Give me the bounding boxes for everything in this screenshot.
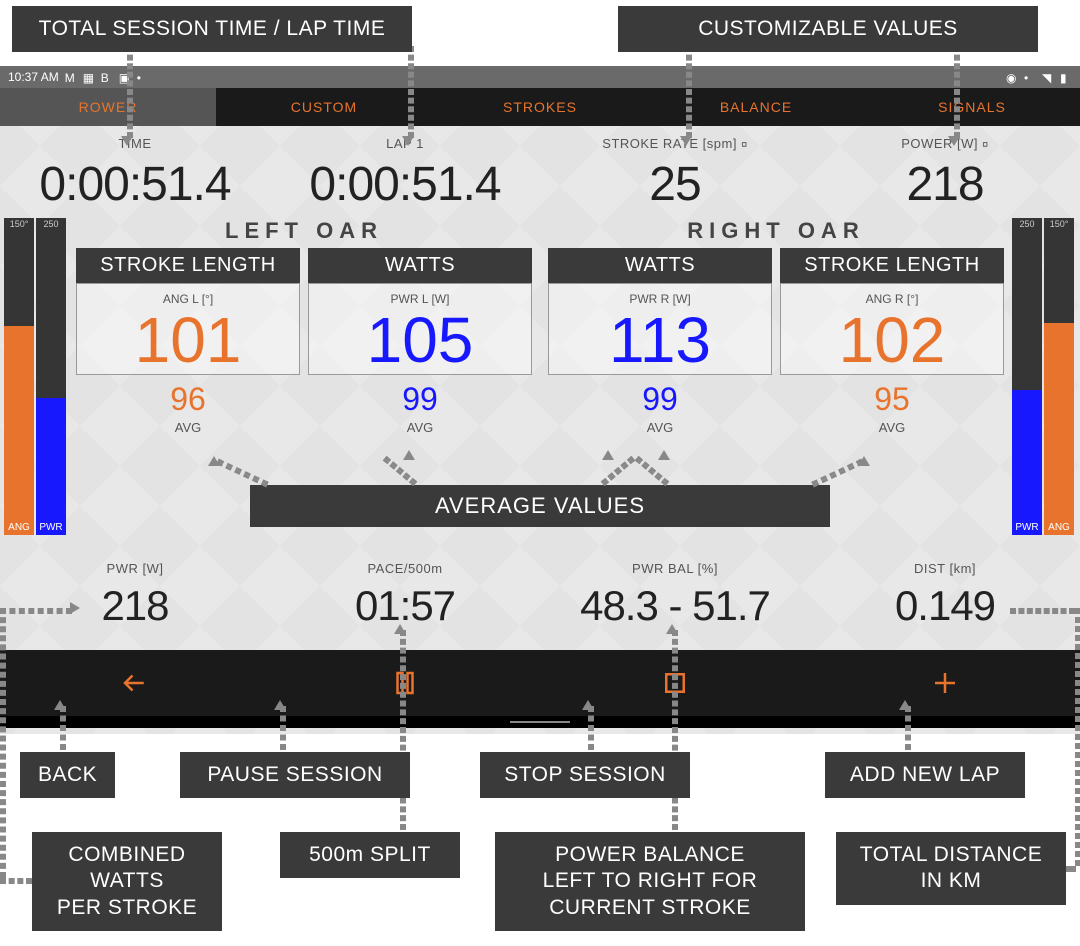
ang-r-avg: 95	[780, 381, 1004, 418]
android-nav-bar	[0, 716, 1080, 728]
tab-bar: ROWER CUSTOM STROKES BALANCE SIGNALS	[0, 88, 1080, 126]
add-lap-button[interactable]	[810, 668, 1080, 698]
annotation-stop: STOP SESSION	[480, 752, 690, 798]
tab-signals[interactable]: SIGNALS	[864, 88, 1080, 126]
arrow-left-icon	[120, 668, 150, 698]
pwr-r-value: 113	[553, 308, 767, 372]
right-oar-section: RIGHT OAR WATTS PWR R [W] 113 99 AVG STR…	[540, 218, 1012, 435]
bar-scale-ang-l: 150°	[4, 218, 34, 230]
device-screen: 10:37 AM M ▦ B ▣ • ◉ • ◥ ▮ ROWER CUSTOM …	[0, 66, 1080, 734]
plus-icon	[930, 668, 960, 698]
left-oar-title: LEFT OAR	[76, 218, 532, 244]
bar-scale-pwr-r: 250	[1012, 218, 1042, 230]
avg-label: AVG	[308, 420, 532, 435]
avg-label: AVG	[76, 420, 300, 435]
bar-label-ang: ANG	[1044, 520, 1074, 535]
bottom-metrics-row: PWR [W] 218 PACE/500m 01:57 PWR BAL [%] …	[0, 561, 1080, 630]
panel-watts-r: WATTS	[548, 248, 772, 283]
left-side-bars: 150° ANG 250 PWR	[4, 218, 68, 535]
dist-label: DIST [km]	[810, 561, 1080, 576]
annotation-addlap: ADD NEW LAP	[825, 752, 1025, 798]
lap-value: 0:00:51.4	[270, 157, 540, 212]
tab-strokes[interactable]: STROKES	[432, 88, 648, 126]
gear-icon: ¤	[741, 139, 748, 151]
annotation-session-time: TOTAL SESSION TIME / LAP TIME	[12, 6, 412, 52]
eye-icon: ◉	[1006, 71, 1018, 83]
avg-label: AVG	[548, 420, 772, 435]
back-button[interactable]	[0, 668, 270, 698]
bal-value: 48.3 - 51.7	[540, 582, 810, 630]
pace-value: 01:57	[270, 582, 540, 630]
grid-icon: ▦	[83, 71, 95, 83]
annotation-distance: TOTAL DISTANCE IN KM	[836, 832, 1066, 905]
dot-icon: •	[137, 71, 149, 83]
wifi-icon: ◥	[1042, 71, 1054, 83]
annotation-split: 500m SPLIT	[280, 832, 460, 878]
dist-value: 0.149	[810, 582, 1080, 630]
annotation-balance: POWER BALANCE LEFT TO RIGHT FOR CURRENT …	[495, 832, 805, 931]
panel-stroke-length-r: STROKE LENGTH	[780, 248, 1004, 283]
pwr-r-avg: 99	[548, 381, 772, 418]
dot-icon: •	[1024, 71, 1036, 83]
time-label: TIME	[0, 136, 270, 151]
bar-label-ang: ANG	[4, 520, 34, 535]
bal-label: PWR BAL [%]	[540, 561, 810, 576]
tab-balance[interactable]: BALANCE	[648, 88, 864, 126]
annotation-average-values: AVERAGE VALUES	[250, 485, 830, 527]
stroke-rate-label[interactable]: STROKE RATE [spm] ¤	[540, 136, 810, 151]
pwr-bottom-label: PWR [W]	[0, 561, 270, 576]
tab-rower[interactable]: ROWER	[0, 88, 216, 126]
bar-scale-pwr-l: 250	[36, 218, 66, 230]
bold-icon: B	[101, 71, 113, 83]
mail-icon: M	[65, 71, 77, 83]
panel-watts-l: WATTS	[308, 248, 532, 283]
bar-label-pwr: PWR	[1012, 520, 1042, 535]
status-time: 10:37 AM	[8, 70, 59, 84]
ang-r-value: 102	[785, 308, 999, 372]
gear-icon: ¤	[982, 139, 989, 151]
power-label[interactable]: POWER [W] ¤	[810, 136, 1080, 151]
top-metrics-row: TIME 0:00:51.4 LAP 1 0:00:51.4 STROKE RA…	[0, 126, 1080, 212]
right-side-bars: 250 PWR 150° ANG	[1012, 218, 1076, 535]
pwr-bottom-value: 218	[0, 582, 270, 630]
annotation-combined-watts: COMBINED WATTS PER STROKE	[32, 832, 222, 931]
bar-scale-ang-r: 150°	[1044, 218, 1074, 230]
status-bar: 10:37 AM M ▦ B ▣ • ◉ • ◥ ▮	[0, 66, 1080, 88]
control-bar	[0, 650, 1080, 716]
bar-label-pwr: PWR	[36, 520, 66, 535]
avg-label: AVG	[780, 420, 1004, 435]
pwr-l-avg: 99	[308, 381, 532, 418]
pwr-l-value: 105	[313, 308, 527, 372]
panel-stroke-length-l: STROKE LENGTH	[76, 248, 300, 283]
pace-label: PACE/500m	[270, 561, 540, 576]
ang-l-avg: 96	[76, 381, 300, 418]
battery-icon: ▮	[1060, 71, 1072, 83]
left-oar-section: LEFT OAR STROKE LENGTH ANG L [°] 101 96 …	[68, 218, 540, 435]
power-value: 218	[810, 157, 1080, 212]
annotation-pause: PAUSE SESSION	[180, 752, 410, 798]
ang-l-value: 101	[81, 308, 295, 372]
tab-custom[interactable]: CUSTOM	[216, 88, 432, 126]
time-value: 0:00:51.4	[0, 157, 270, 212]
right-oar-title: RIGHT OAR	[548, 218, 1004, 244]
stroke-rate-value: 25	[540, 157, 810, 212]
annotation-back: BACK	[20, 752, 115, 798]
annotation-customizable: CUSTOMIZABLE VALUES	[618, 6, 1038, 52]
